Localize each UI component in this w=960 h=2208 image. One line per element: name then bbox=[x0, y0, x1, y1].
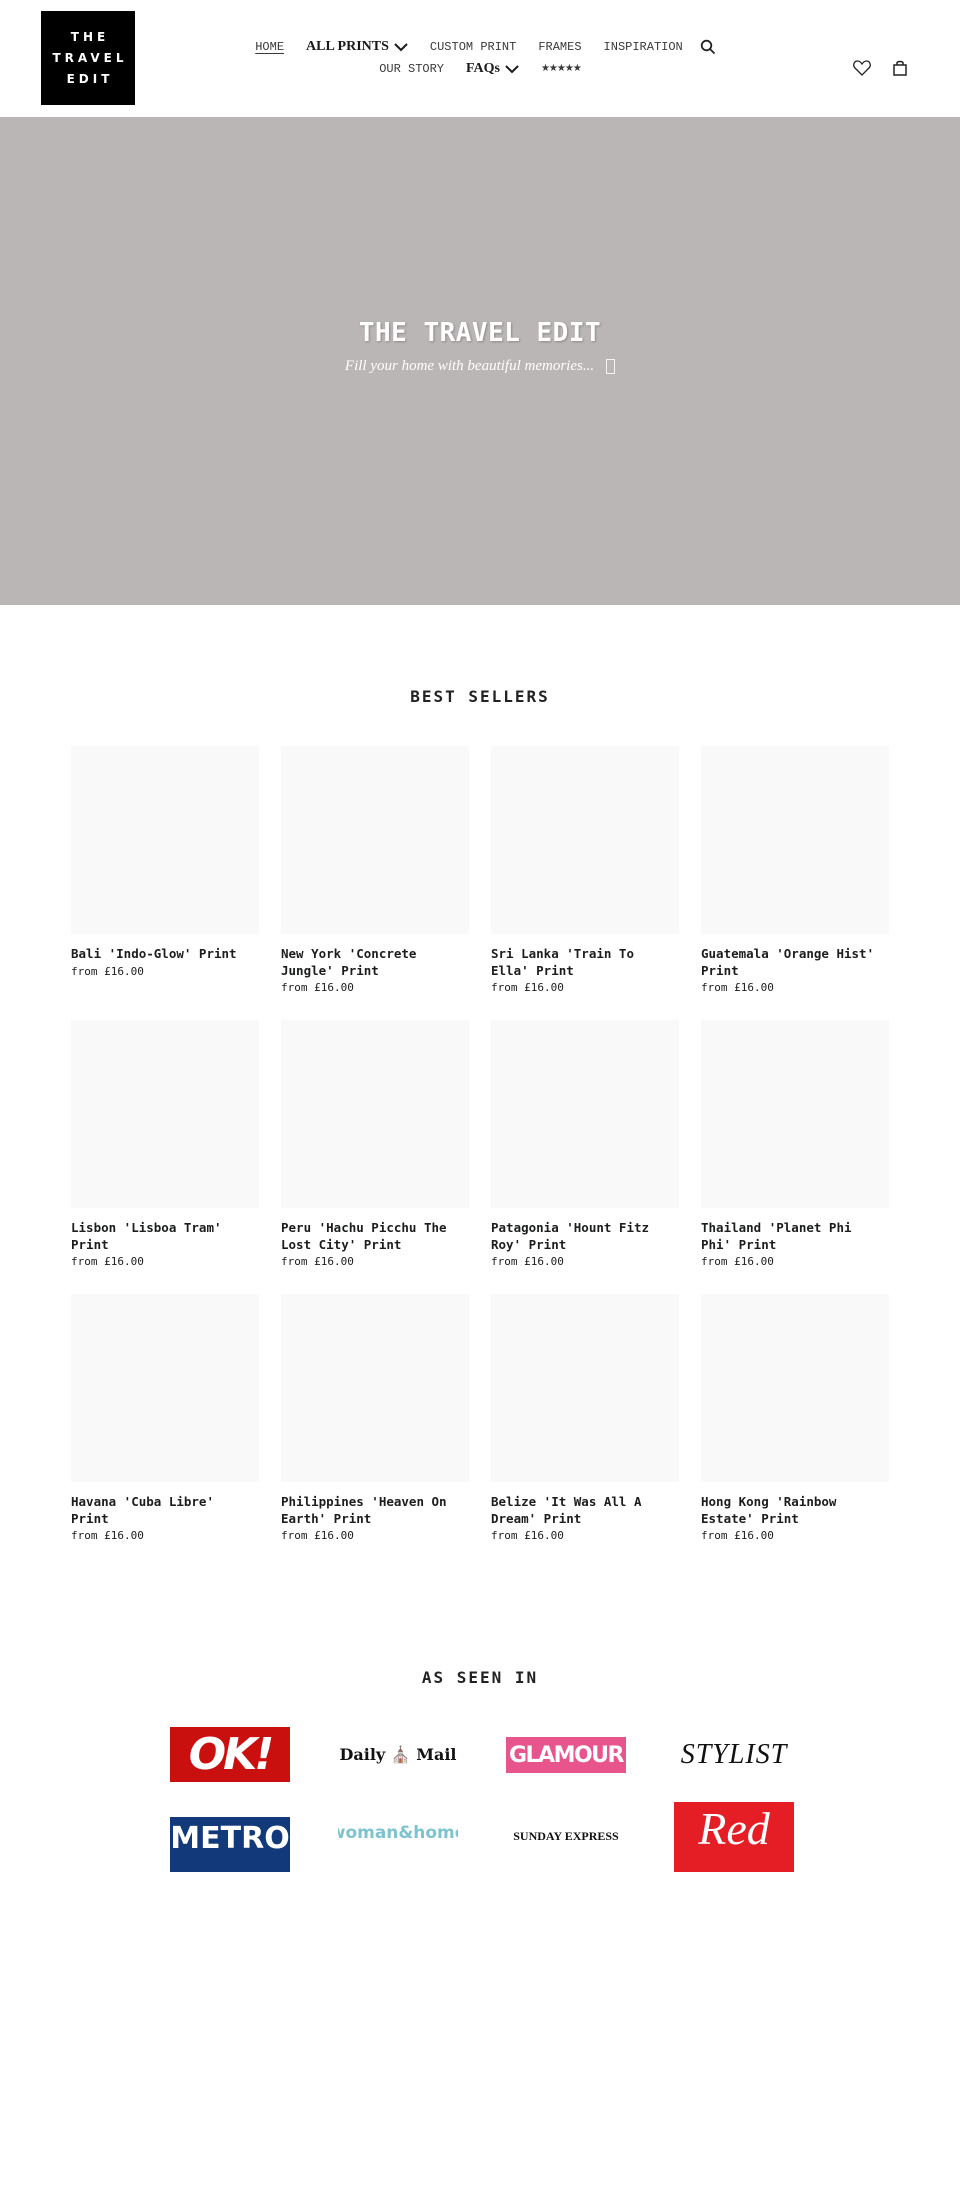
product-grid: Bali 'Indo-Glow' Print from £16.00 New Yo… bbox=[71, 746, 960, 1568]
product-image bbox=[71, 1020, 259, 1208]
nav-label: INSPIRATION bbox=[603, 40, 683, 54]
product-card[interactable]: Lisbon 'Lisboa Tram' Print from £16.00 bbox=[71, 1020, 259, 1294]
product-card[interactable]: Thailand 'Planet Phi Phi' Print from £16.… bbox=[701, 1020, 889, 1294]
product-title: Guatemala 'Orange Hist' Print bbox=[701, 946, 875, 978]
hero-title: THE TRAVEL EDIT bbox=[358, 317, 602, 348]
product-card[interactable]: Peru 'Hachu Picchu The Lost City' Print f… bbox=[281, 1020, 469, 1294]
product-image bbox=[701, 1020, 889, 1208]
main-nav: HOME ALL PRINTS CUSTOM PRINT FRAMES INSP… bbox=[230, 36, 730, 80]
product-image bbox=[701, 1294, 889, 1482]
press-logo-red[interactable]: Red bbox=[674, 1802, 794, 1872]
press-logo-sunday-express[interactable]: SUNDAY EXPRESS bbox=[506, 1817, 626, 1872]
product-price: from £16.00 bbox=[701, 1255, 774, 1268]
press-logos: OK! Daily ⛪ Mail GLAMOUR STYLIST METRO w… bbox=[170, 1727, 960, 1872]
product-image bbox=[701, 746, 889, 934]
product-title: New York 'Concrete Jungle' Print bbox=[281, 946, 417, 978]
product-card[interactable]: Havana 'Cuba Libre' Print from £16.00 bbox=[71, 1294, 259, 1568]
product-price: from £16.00 bbox=[71, 1529, 144, 1542]
press-logo-ok[interactable]: OK! bbox=[170, 1727, 290, 1782]
section-title: BEST SELLERS bbox=[410, 687, 550, 706]
product-image bbox=[281, 1020, 469, 1208]
best-sellers-section: BEST SELLERS Bali 'Indo-Glow' Print from … bbox=[0, 605, 960, 1568]
nav-home[interactable]: HOME bbox=[255, 40, 284, 54]
product-price: from £16.00 bbox=[71, 964, 144, 978]
product-title: Thailand 'Planet Phi Phi' Print bbox=[701, 1220, 852, 1252]
product-card[interactable]: Bali 'Indo-Glow' Print from £16.00 bbox=[71, 746, 259, 1020]
logo-line: TRAVEL bbox=[52, 50, 128, 65]
product-image bbox=[281, 1294, 469, 1482]
product-card[interactable]: Guatemala 'Orange Hist' Print from £16.00 bbox=[701, 746, 889, 1020]
chevron-down-icon bbox=[505, 65, 519, 74]
nav-label: OUR STORY bbox=[379, 62, 444, 76]
product-title: Peru 'Hachu Picchu The Lost City' Print bbox=[281, 1220, 447, 1252]
heart-icon[interactable] bbox=[852, 58, 872, 78]
product-price: from £16.00 bbox=[701, 1529, 774, 1542]
press-logo-metro[interactable]: METRO bbox=[170, 1817, 290, 1872]
nav-custom-print[interactable]: CUSTOM PRINT bbox=[430, 40, 516, 54]
bag-icon[interactable] bbox=[890, 58, 910, 78]
press-logo-stylist[interactable]: STYLIST bbox=[674, 1727, 794, 1782]
product-title: Patagonia 'Hount Fitz Roy' Print bbox=[491, 1220, 650, 1252]
product-card[interactable]: Belize 'It Was All A Dream' Print from £1… bbox=[491, 1294, 679, 1568]
nav-row-1: HOME ALL PRINTS CUSTOM PRINT FRAMES INSP… bbox=[230, 36, 730, 58]
search-icon[interactable] bbox=[700, 39, 716, 55]
stars-icon: ★★★★★ bbox=[540, 64, 582, 75]
nav-label: FRAMES bbox=[538, 40, 582, 54]
nav-frames[interactable]: FRAMES bbox=[538, 40, 581, 54]
product-image bbox=[281, 746, 469, 934]
nav-label: FAQs bbox=[466, 61, 500, 76]
press-logo-woman-and-home[interactable]: woman&home bbox=[338, 1817, 458, 1872]
product-image bbox=[71, 1294, 259, 1482]
hero-banner: THE TRAVEL EDIT Fill your home with beau… bbox=[0, 117, 960, 605]
nav-all-prints[interactable]: ALL PRINTS bbox=[306, 39, 408, 55]
product-image bbox=[491, 746, 679, 934]
missing-glyph-icon bbox=[606, 358, 616, 374]
product-card[interactable]: Philippines 'Heaven On Earth' Print from … bbox=[281, 1294, 469, 1568]
nav-inspiration[interactable]: INSPIRATION bbox=[604, 40, 683, 54]
product-price: from £16.00 bbox=[491, 1255, 564, 1268]
nav-row-2: OUR STORY FAQs ★★★★★ bbox=[230, 58, 730, 80]
chevron-down-icon bbox=[394, 43, 408, 52]
product-price: from £16.00 bbox=[281, 1529, 354, 1542]
nav-reviews[interactable]: ★★★★★ bbox=[540, 63, 582, 75]
site-logo[interactable]: THE TRAVEL EDIT bbox=[41, 11, 135, 105]
nav-label: CUSTOM PRINT bbox=[429, 40, 517, 54]
press-logo-glamour[interactable]: GLAMOUR bbox=[506, 1737, 626, 1773]
product-title: Lisbon 'Lisboa Tram' Print bbox=[71, 1220, 222, 1252]
section-title: AS SEEN IN bbox=[421, 1668, 539, 1687]
header-actions bbox=[852, 58, 910, 78]
product-title: Sri Lanka 'Train To Ella' Print bbox=[491, 946, 634, 978]
product-title: Havana 'Cuba Libre' Print bbox=[71, 1494, 214, 1526]
product-title: Hong Kong 'Rainbow Estate' Print bbox=[701, 1494, 837, 1526]
product-title: Belize 'It Was All A Dream' Print bbox=[491, 1494, 642, 1526]
hero-subtitle-text: Fill your home with beautiful memories..… bbox=[344, 357, 595, 374]
site-header: THE TRAVEL EDIT HOME ALL PRINTS CUSTOM P… bbox=[0, 0, 960, 117]
product-price: from £16.00 bbox=[491, 1529, 564, 1542]
product-image bbox=[71, 746, 259, 934]
product-card[interactable]: Sri Lanka 'Train To Ella' Print from £16.… bbox=[491, 746, 679, 1020]
product-image bbox=[491, 1294, 679, 1482]
logo-line: THE bbox=[70, 29, 110, 44]
product-price: from £16.00 bbox=[701, 981, 774, 994]
product-price: from £16.00 bbox=[281, 981, 354, 994]
as-seen-in-section: AS SEEN IN OK! Daily ⛪ Mail GLAMOUR STYL… bbox=[0, 1568, 960, 2208]
product-card[interactable]: Hong Kong 'Rainbow Estate' Print from £16… bbox=[701, 1294, 889, 1568]
nav-faqs[interactable]: FAQs bbox=[466, 61, 519, 77]
product-title: Philippines 'Heaven On Earth' Print bbox=[281, 1494, 447, 1526]
product-price: from £16.00 bbox=[281, 1255, 354, 1268]
product-title: Bali 'Indo-Glow' Print bbox=[71, 946, 237, 961]
product-price: from £16.00 bbox=[71, 1255, 144, 1268]
product-card[interactable]: New York 'Concrete Jungle' Print from £16… bbox=[281, 746, 469, 1020]
hero-subtitle: Fill your home with beautiful memories..… bbox=[344, 357, 616, 375]
product-image bbox=[491, 1020, 679, 1208]
press-logo-daily-mail[interactable]: Daily ⛪ Mail bbox=[338, 1727, 458, 1782]
product-price: from £16.00 bbox=[491, 981, 564, 994]
nav-our-story[interactable]: OUR STORY bbox=[379, 62, 444, 76]
nav-label: ALL PRINTS bbox=[306, 39, 389, 54]
nav-label: HOME bbox=[255, 40, 285, 54]
logo-line: EDIT bbox=[66, 71, 114, 86]
product-card[interactable]: Patagonia 'Hount Fitz Roy' Print from £16… bbox=[491, 1020, 679, 1294]
